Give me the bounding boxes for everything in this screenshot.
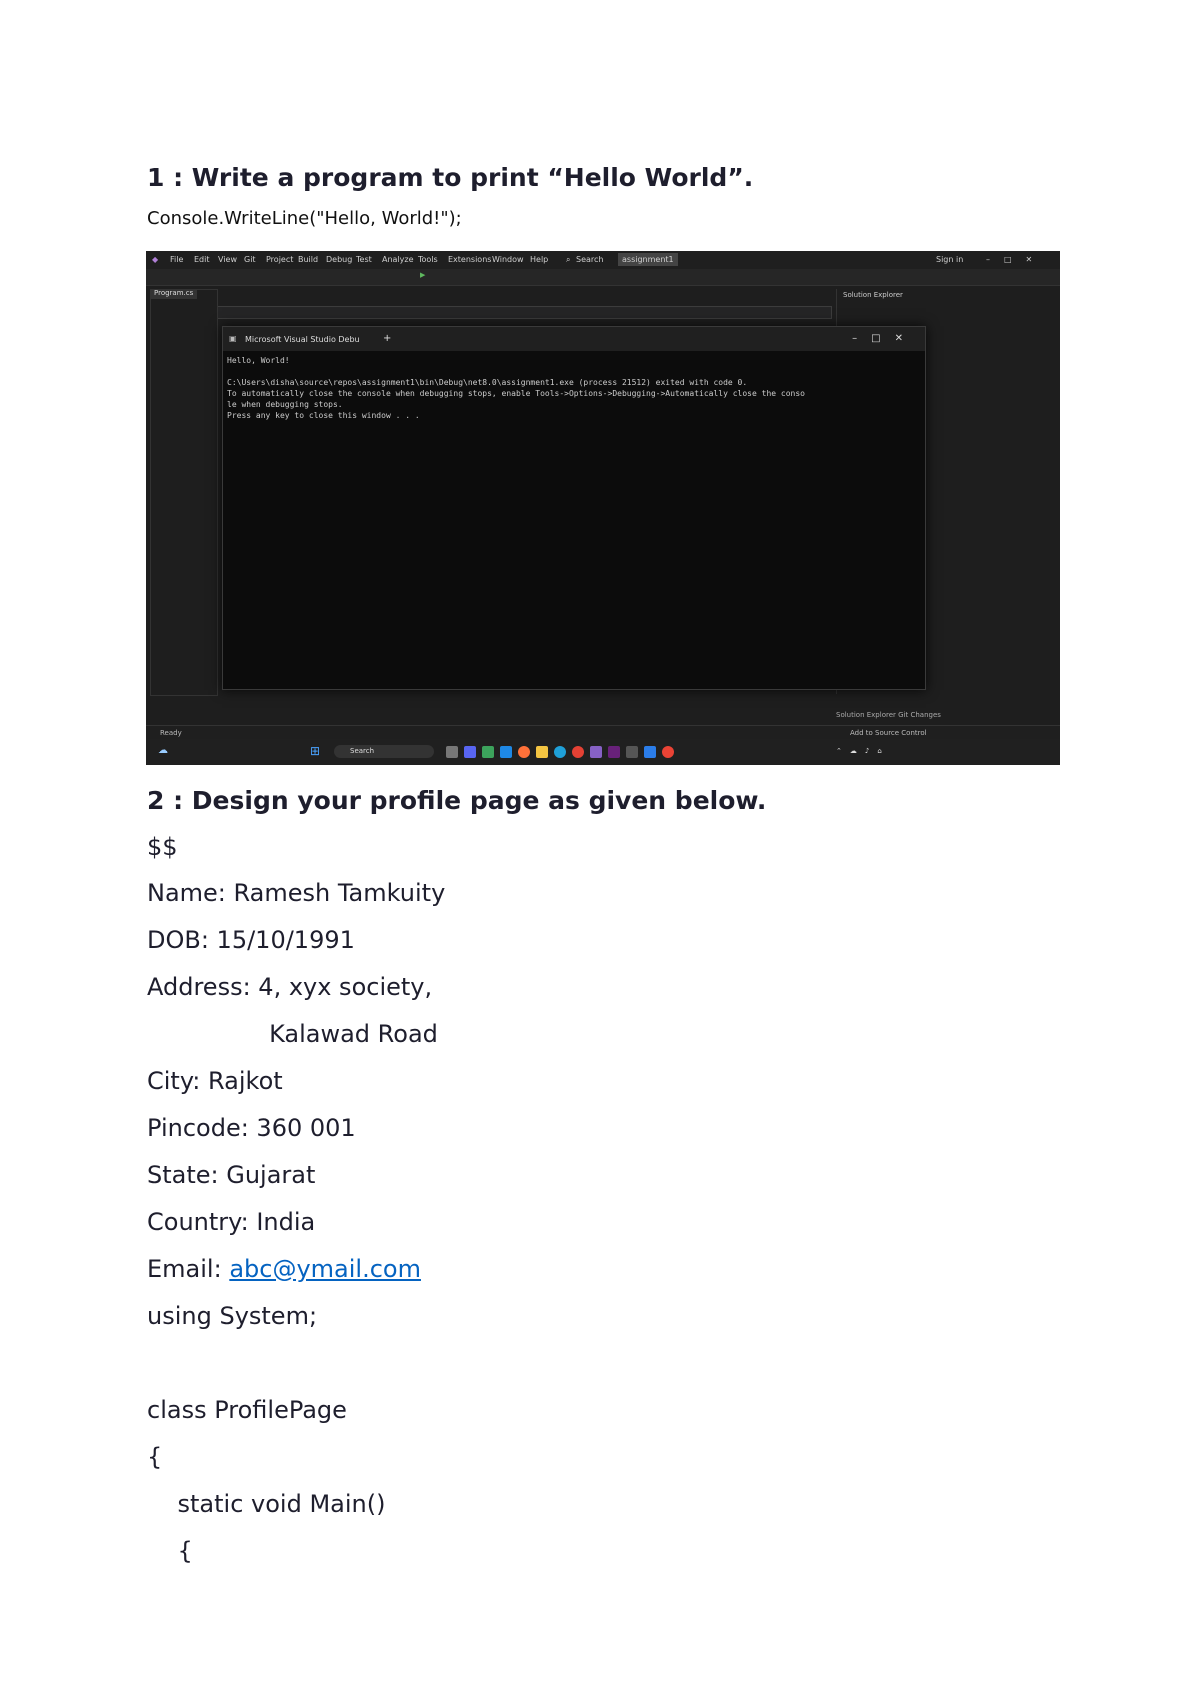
menu-project: Project [266, 255, 294, 264]
profile-name: Name: Ramesh Tamkuity [147, 879, 446, 907]
chrome-icon [572, 746, 584, 758]
menu-tools: Tools [418, 255, 438, 264]
hello-world-code: Console.WriteLine("Hello, World!"); [147, 208, 462, 229]
menu-test: Test [356, 255, 372, 264]
solution-name-badge: assignment1 [618, 253, 678, 266]
menu-window: Window [492, 255, 524, 264]
taskbar-search-label: Search [350, 747, 375, 755]
vscode-icon [500, 746, 512, 758]
solution-tabs: Solution Explorer Git Changes [836, 711, 941, 719]
menu-edit: Edit [194, 255, 210, 264]
profile-country: Country: India [147, 1208, 316, 1236]
menu-help: Help [530, 255, 549, 264]
email-link[interactable]: abc@ymail.com [229, 1255, 421, 1283]
menu-git: Git [244, 255, 256, 264]
taskbar-search: Search [334, 745, 434, 758]
menu-search: Search [576, 255, 604, 264]
profile-address-line-2: Kalawad Road [147, 1020, 438, 1048]
visual-studio-icon [590, 746, 602, 758]
windows-taskbar: ☁ ⊞ Search ⌃☁♪⌂ [146, 739, 1060, 765]
menu-debug: Debug [326, 255, 353, 264]
profile-pincode: Pincode: 360 001 [147, 1114, 356, 1142]
question-2-heading: 2 : Design your profile page as given be… [147, 786, 767, 815]
console-output: Hello, World! C:\Users\disha\source\repo… [227, 356, 805, 420]
code-line: { [147, 1537, 193, 1565]
menu-build: Build [298, 255, 319, 264]
tray-icons: ⌃☁♪⌂ [836, 747, 890, 755]
vs-status-bar: Ready Add to Source Control [146, 725, 1060, 740]
editor-tab: Program.cs [150, 289, 198, 299]
search-icon: ⌕ [566, 255, 571, 264]
document-page: 1 : Write a program to print “Hello Worl… [0, 0, 1200, 1696]
vs-menubar: ◆ File Edit View Git Project Build Debug… [146, 251, 1060, 269]
app-icon-1 [446, 746, 458, 758]
code-line: class ProfilePage [147, 1396, 347, 1424]
status-ready: Ready [160, 729, 182, 737]
new-tab-icon: + [383, 333, 392, 344]
menu-file: File [170, 255, 184, 264]
email-label: Email: [147, 1255, 230, 1283]
vs-toolbar: ▶ [146, 269, 1060, 286]
edge-icon [554, 746, 566, 758]
vs-logo-icon: ◆ [152, 255, 159, 264]
app-icon-3 [482, 746, 494, 758]
firefox-icon [518, 746, 530, 758]
terminal-icon [626, 746, 638, 758]
menu-view: View [218, 255, 237, 264]
profile-address: Address: 4, xyx society, [147, 973, 433, 1001]
menu-extensions: Extensions [448, 255, 492, 264]
app-icon-4 [644, 746, 656, 758]
profile-city: City: Rajkot [147, 1067, 283, 1095]
profile-email: Email: abc@ymail.com [147, 1255, 421, 1283]
solution-explorer-title: Solution Explorer [843, 291, 903, 299]
weather-icon: ☁ [158, 745, 168, 756]
code-line: using System; [147, 1302, 318, 1330]
profile-dob: DOB: 15/10/1991 [147, 926, 355, 954]
console-window-controls: –□✕ [852, 333, 917, 344]
app-icon-2 [464, 746, 476, 758]
code-line: { [147, 1443, 163, 1471]
profile-line: $$ [147, 833, 178, 861]
window-controls: –□✕ [986, 255, 1047, 264]
debug-console-window: ▣ Microsoft Visual Studio Debu + –□✕ Hel… [222, 326, 926, 690]
editor-dropdown-bar [150, 306, 832, 319]
start-button-icon: ⊞ [310, 744, 321, 758]
question-1-heading: 1 : Write a program to print “Hello Worl… [147, 163, 754, 192]
visual-studio-icon-2 [608, 746, 620, 758]
profile-state: State: Gujarat [147, 1161, 316, 1189]
editor-pane [150, 289, 218, 696]
console-title: Microsoft Visual Studio Debu [245, 335, 360, 344]
sign-in: Sign in [936, 255, 964, 264]
console-titlebar: ▣ Microsoft Visual Studio Debu + –□✕ [223, 327, 925, 351]
status-source-control: Add to Source Control [850, 729, 927, 737]
menu-analyze: Analyze [382, 255, 414, 264]
code-line: static void Main() [147, 1490, 386, 1518]
folder-icon [536, 746, 548, 758]
visual-studio-screenshot: ◆ File Edit View Git Project Build Debug… [146, 251, 1060, 765]
app-icon-5 [662, 746, 674, 758]
console-icon: ▣ [229, 334, 237, 343]
start-icon: ▶ [420, 271, 426, 279]
